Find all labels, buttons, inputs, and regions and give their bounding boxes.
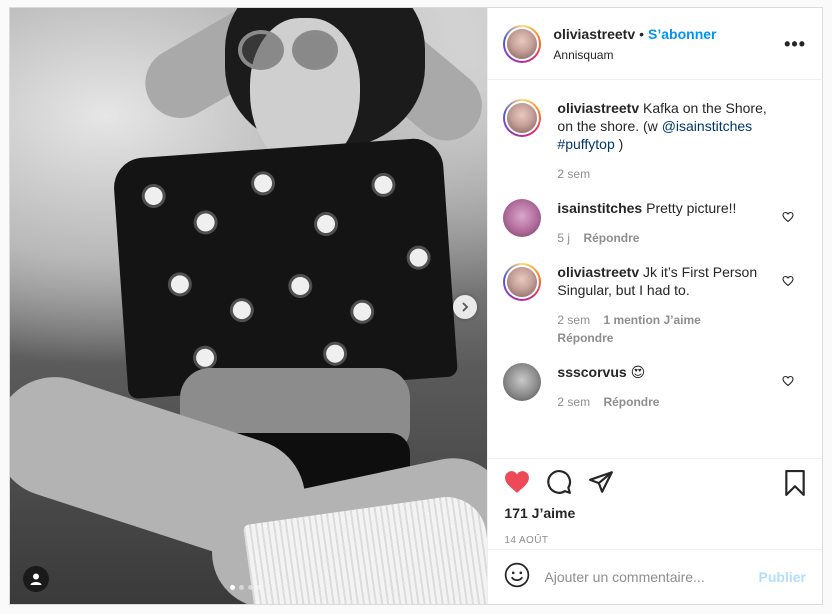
comment-username[interactable]: ssscorvus <box>557 364 626 380</box>
comment-time[interactable]: 2 sem <box>557 395 590 409</box>
caption-hashtag[interactable]: #puffytop <box>557 136 614 152</box>
bookmark-icon[interactable] <box>784 470 806 501</box>
post-date[interactable]: 14 AOÛT <box>504 535 806 546</box>
heart-icon[interactable] <box>504 470 530 494</box>
reply-button[interactable]: Répondre <box>583 231 639 245</box>
comment-username[interactable]: isainstitches <box>557 200 642 216</box>
user-tag-icon[interactable] <box>23 566 49 592</box>
comment-likes[interactable]: 1 mention J’aime <box>603 313 700 327</box>
more-options-icon[interactable]: ••• <box>784 34 806 55</box>
post-sidebar: oliviastreetv • S’abonner Annisquam ••• ol… <box>487 8 822 604</box>
follow-button[interactable]: S’abonner <box>648 26 716 42</box>
comment-item: isainstitches Pretty picture!! 5 j Répon… <box>503 199 807 247</box>
header-separator: • <box>639 25 645 42</box>
carousel-dots <box>230 585 262 590</box>
share-icon[interactable] <box>588 470 614 494</box>
post-card: oliviastreetv • S’abonner Annisquam ••• ol… <box>9 7 823 605</box>
caption: oliviastreetv Kafka on the Shore, on the… <box>503 99 807 183</box>
reply-button[interactable]: Répondre <box>603 395 659 409</box>
comment-text: 😍 <box>630 364 646 380</box>
reply-button[interactable]: Répondre <box>557 331 613 345</box>
action-bar: 171 J’aime 14 AOÛT <box>488 458 822 550</box>
comment-avatar[interactable] <box>503 363 542 401</box>
comment-avatar[interactable] <box>503 263 542 301</box>
author-avatar[interactable] <box>503 24 542 63</box>
caption-mention[interactable]: @isainstitches <box>662 118 752 134</box>
comment-icon[interactable] <box>546 469 572 495</box>
comment-like-icon[interactable] <box>782 211 794 226</box>
comment-like-icon[interactable] <box>782 275 794 290</box>
location-link[interactable]: Annisquam <box>553 48 716 62</box>
caption-username[interactable]: oliviastreetv <box>557 100 639 116</box>
caption-close: ) <box>618 136 624 152</box>
comments-list[interactable]: oliviastreetv Kafka on the Shore, on the… <box>488 81 822 457</box>
comment-like-icon[interactable] <box>782 375 794 390</box>
photo-sunglasses-right <box>292 30 338 70</box>
comment-time[interactable]: 5 j <box>557 231 570 245</box>
chevron-right-icon[interactable] <box>453 295 477 319</box>
comment-item: ssscorvus 😍 2 sem Répondre <box>503 363 807 411</box>
emoji-icon[interactable] <box>504 562 530 593</box>
comment-composer: Publier <box>488 549 822 604</box>
comment-item: oliviastreetv Jk it’s First Person Singu… <box>503 263 807 347</box>
comment-username[interactable]: oliviastreetv <box>557 264 639 280</box>
photo-sunglasses-left <box>238 30 284 70</box>
post-header: oliviastreetv • S’abonner Annisquam ••• <box>488 8 822 80</box>
comment-text: Pretty picture!! <box>646 200 737 216</box>
comment-input[interactable] <box>544 569 759 585</box>
post-photo[interactable] <box>10 8 488 604</box>
comment-time[interactable]: 2 sem <box>557 313 590 327</box>
caption-time[interactable]: 2 sem <box>557 167 590 181</box>
author-username[interactable]: oliviastreetv <box>553 26 635 42</box>
like-count[interactable]: 171 J’aime <box>504 505 806 521</box>
photo-floral-shirt <box>112 136 458 400</box>
caption-avatar[interactable] <box>503 99 542 137</box>
publish-button[interactable]: Publier <box>759 569 806 585</box>
comment-avatar[interactable] <box>503 199 542 237</box>
